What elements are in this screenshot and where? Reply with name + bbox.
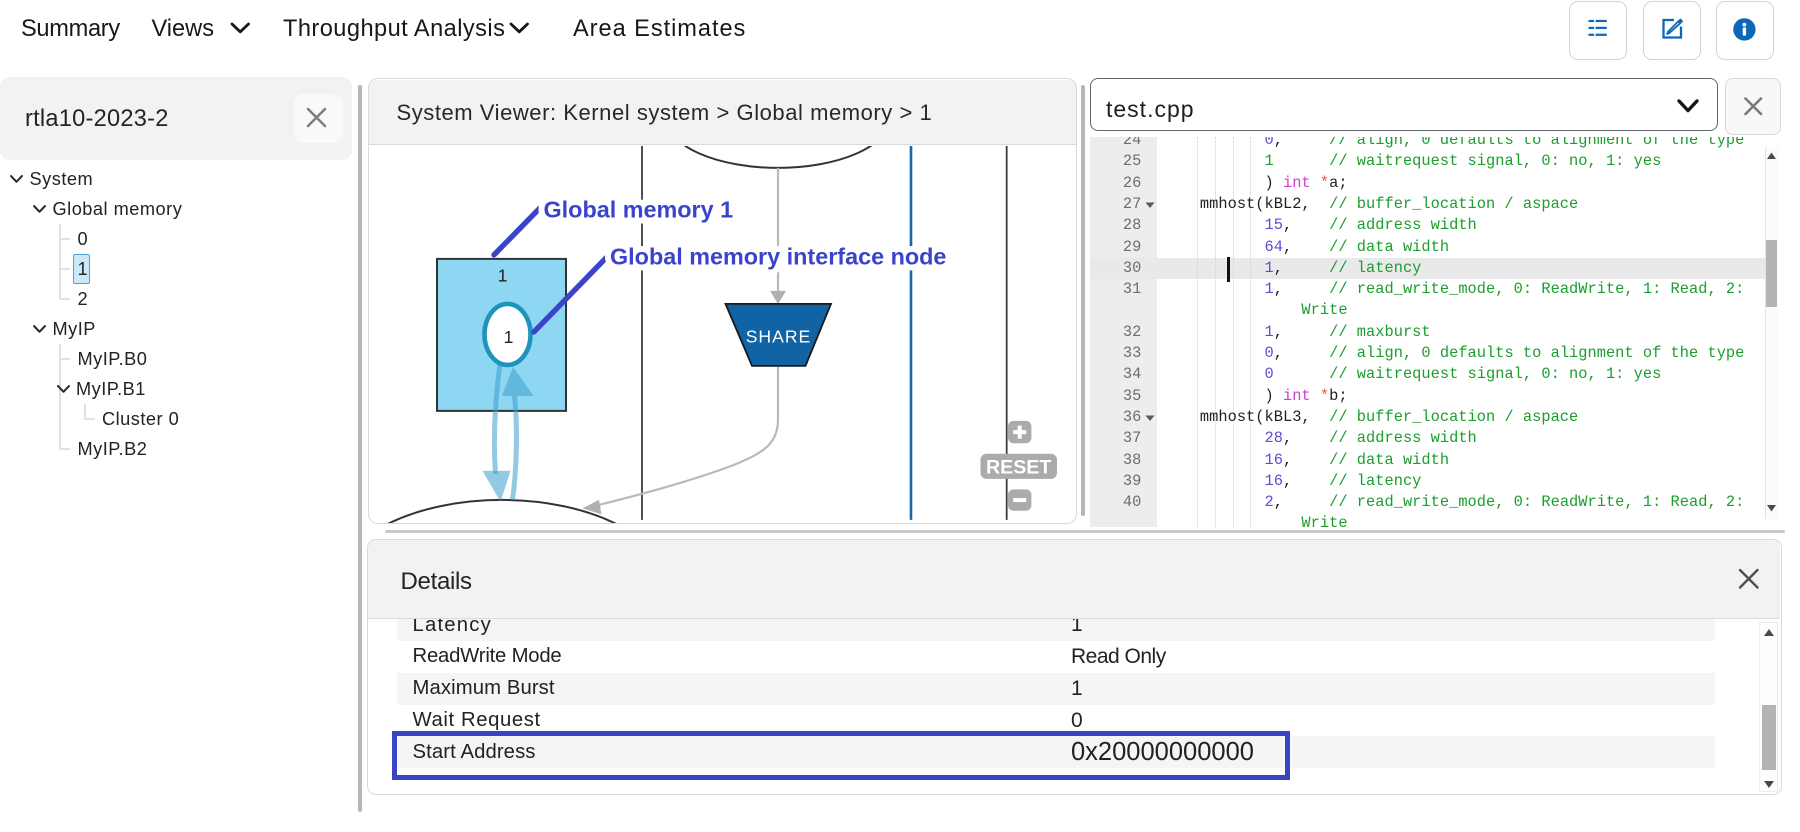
svg-text:Global memory 1: Global memory 1: [544, 196, 734, 222]
svg-text:1: 1: [498, 265, 508, 285]
svg-text:RESET: RESET: [986, 456, 1051, 478]
svg-text:SHARE: SHARE: [746, 326, 812, 346]
svg-text:1: 1: [504, 327, 514, 347]
svg-text:Global memory interface node: Global memory interface node: [610, 243, 946, 269]
